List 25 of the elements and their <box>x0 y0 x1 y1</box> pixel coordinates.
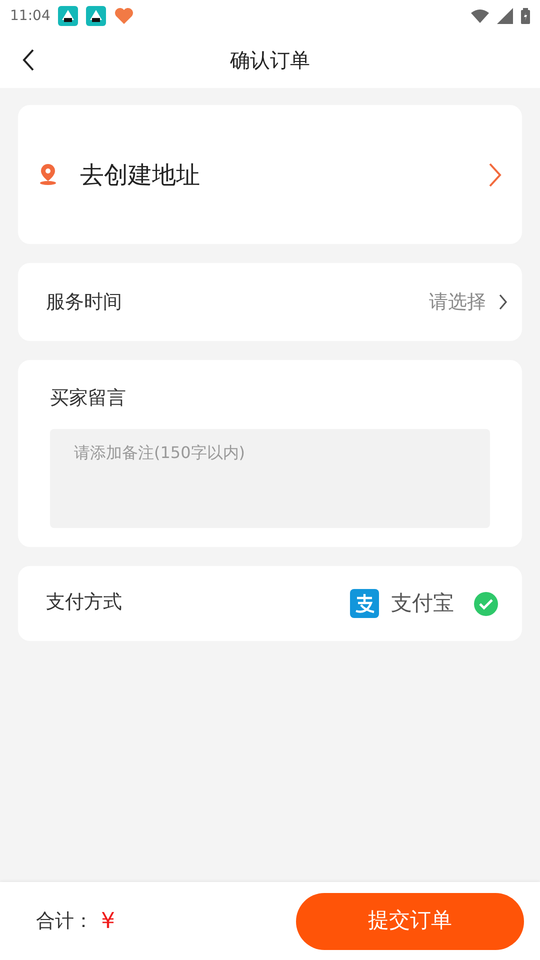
signal-icon <box>497 8 513 24</box>
payment-label: 支付方式 <box>46 590 123 615</box>
battery-icon <box>521 8 530 24</box>
status-time: 11:04 <box>10 6 50 26</box>
checkmark-icon <box>479 598 493 610</box>
app-notification-icon <box>86 6 106 26</box>
message-label: 买家留言 <box>50 386 127 411</box>
chevron-right-icon <box>498 293 508 311</box>
service-time-label: 服务时间 <box>46 290 123 315</box>
service-time-row[interactable]: 服务时间 请选择 <box>18 263 522 341</box>
payment-method: 支付宝 <box>391 590 454 617</box>
total-amount: ¥ <box>101 908 115 936</box>
address-card[interactable]: 去创建地址 <box>18 105 522 244</box>
service-time-value: 请选择 <box>429 290 486 315</box>
create-address-label: 去创建地址 <box>80 160 201 190</box>
total-label: 合计： <box>36 908 93 934</box>
page-title: 确认订单 <box>230 47 310 74</box>
wifi-icon <box>471 9 489 23</box>
message-field[interactable]: 请添加备注(150字以内) <box>50 428 490 528</box>
app-notification-icon <box>58 6 78 26</box>
location-pin-icon <box>38 164 58 186</box>
payment-check[interactable] <box>474 592 498 616</box>
heart-icon <box>114 7 134 25</box>
chevron-right-icon <box>488 162 502 188</box>
payment-logo-icon <box>350 589 379 618</box>
